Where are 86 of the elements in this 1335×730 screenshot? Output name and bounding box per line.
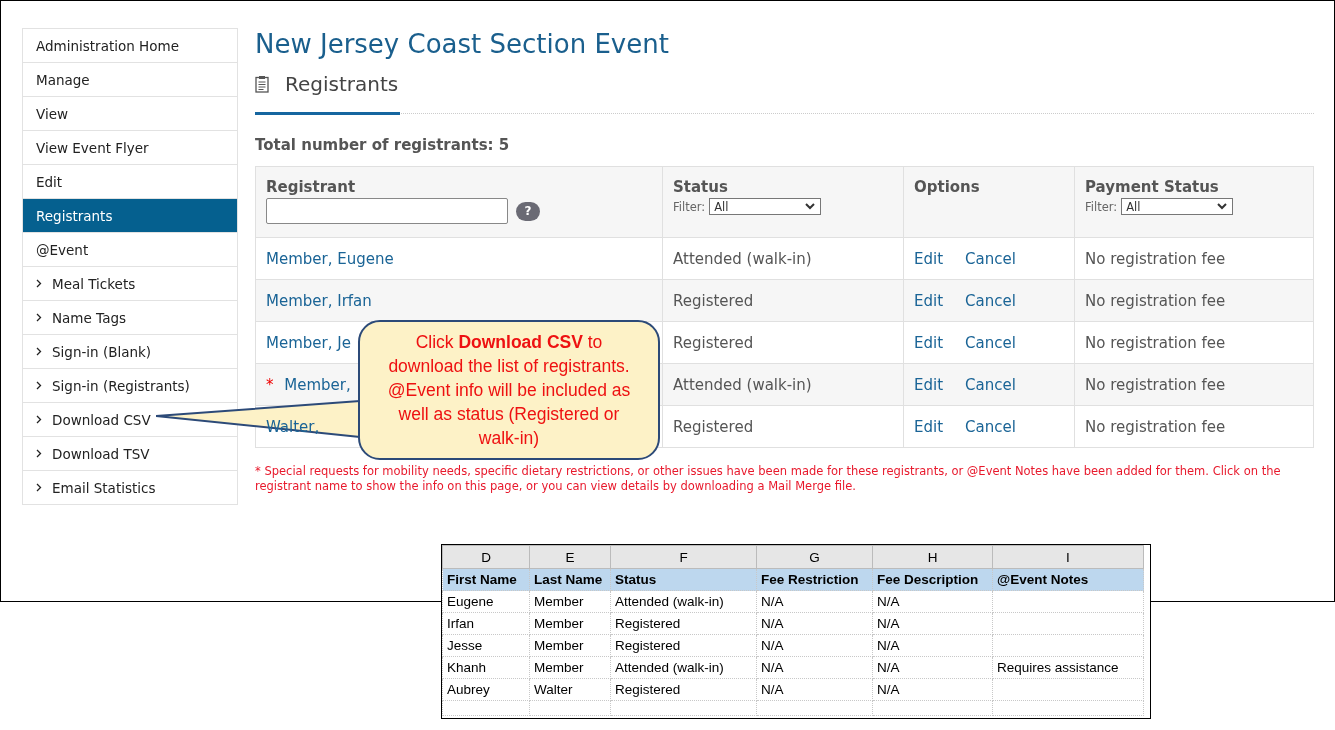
option-link[interactable]: Cancel bbox=[965, 291, 1016, 310]
sheet-cell: N/A bbox=[872, 590, 993, 613]
table-cell: Registered bbox=[662, 279, 904, 322]
table-cell: No registration fee bbox=[1074, 363, 1314, 406]
filter-dropdown[interactable]: All bbox=[1121, 198, 1234, 215]
chevron-icon bbox=[36, 313, 42, 322]
sheet-cell: N/A bbox=[872, 678, 993, 701]
footnote: * Special requests for mobility needs, specific dietary restrictions, or other issues have been made for these registrants, or @Event Notes have been added for them. Click on the registrant name to show the info on this page, or you can view details by downloading a Mail Merge file. bbox=[255, 464, 1282, 494]
registrant-total: Total number of registrants: 5 bbox=[255, 136, 511, 154]
registrant-link[interactable]: Member, Eugene bbox=[266, 249, 394, 268]
sheet-cell: N/A bbox=[756, 634, 873, 657]
sheet-cell: Member bbox=[529, 656, 611, 679]
table-cell: Attended (walk-in) bbox=[662, 363, 904, 406]
registrant-search-field[interactable] bbox=[266, 198, 508, 224]
sheet-cell: Registered bbox=[610, 634, 757, 657]
sheet-cell: Walter bbox=[529, 678, 611, 701]
chevron-icon bbox=[36, 381, 42, 390]
registrant-link[interactable]: Member, bbox=[284, 375, 351, 394]
sheet-cell: Eugene bbox=[442, 590, 530, 613]
column-letter: E bbox=[529, 545, 611, 569]
table-cell: No registration fee bbox=[1074, 279, 1314, 322]
option-link[interactable]: Cancel bbox=[965, 249, 1016, 268]
sheet-cell: N/A bbox=[756, 656, 873, 679]
option-link[interactable]: Edit bbox=[914, 291, 944, 310]
chevron-down-icon bbox=[1217, 203, 1228, 210]
sheet-cell: N/A bbox=[756, 678, 873, 701]
registrant-link[interactable]: Member, Irfan bbox=[266, 291, 372, 310]
option-link[interactable]: Cancel bbox=[965, 333, 1016, 352]
chevron-icon bbox=[36, 449, 42, 458]
sheet-cell: Khanh bbox=[442, 656, 530, 679]
sheet-header-cell: Status bbox=[610, 568, 757, 591]
sheet-cell: Registered bbox=[610, 678, 757, 701]
sheet-cell: N/A bbox=[872, 634, 993, 657]
table-cell: No registration fee bbox=[1074, 237, 1314, 280]
column-title: Registrant bbox=[266, 178, 356, 196]
sidebar-item[interactable]: Registrants bbox=[23, 199, 237, 233]
filter-label: Filter: bbox=[1085, 199, 1118, 214]
sheet-cell: Member bbox=[529, 590, 611, 613]
page-title: New Jersey Coast Section Event bbox=[255, 28, 670, 60]
option-link[interactable]: Edit bbox=[914, 375, 944, 394]
table-cell: Attended (walk-in) bbox=[662, 237, 904, 280]
sheet-cell: Aubrey bbox=[442, 678, 530, 701]
chevron-icon bbox=[36, 347, 42, 356]
chevron-down-icon bbox=[805, 203, 816, 210]
table-cell: Registered bbox=[662, 321, 904, 364]
sheet-cell: Attended (walk-in) bbox=[610, 590, 757, 613]
sheet-cell: N/A bbox=[756, 590, 873, 613]
option-link[interactable]: Edit bbox=[914, 249, 944, 268]
sheet-cell: Requires assistance bbox=[992, 656, 1144, 679]
sheet-cell: Jesse bbox=[442, 634, 530, 657]
flag-mark: * bbox=[266, 375, 274, 394]
option-link[interactable]: Edit bbox=[914, 417, 944, 436]
option-link[interactable]: Cancel bbox=[965, 417, 1016, 436]
clipboard-icon bbox=[255, 75, 269, 93]
column-letter: D bbox=[442, 545, 530, 569]
sheet-cell: N/A bbox=[872, 656, 993, 679]
sheet-cell: N/A bbox=[872, 612, 993, 635]
column-letter: F bbox=[610, 545, 757, 569]
chevron-icon bbox=[36, 483, 42, 492]
sheet-cell: N/A bbox=[756, 612, 873, 635]
sheet-cell: Member bbox=[529, 634, 611, 657]
table-cell: No registration fee bbox=[1074, 405, 1314, 448]
column-letter: I bbox=[992, 545, 1144, 569]
section-title: Registrants bbox=[285, 72, 399, 96]
table-cell: Registered bbox=[662, 405, 904, 448]
sheet-cell: Irfan bbox=[442, 612, 530, 635]
registrant-link[interactable]: Member, Je bbox=[266, 333, 351, 352]
column-title: Status bbox=[673, 178, 728, 196]
sheet-header-cell: First Name bbox=[442, 568, 530, 591]
sheet-header-cell: @Event Notes bbox=[992, 568, 1144, 591]
sheet-cell: Member bbox=[529, 612, 611, 635]
help-icon[interactable]: ? bbox=[516, 201, 540, 221]
chevron-icon bbox=[36, 415, 42, 424]
option-link[interactable]: Edit bbox=[914, 333, 944, 352]
sheet-cell: Registered bbox=[610, 612, 757, 635]
column-letter: H bbox=[872, 545, 993, 569]
column-letter: G bbox=[756, 545, 873, 569]
table-cell: No registration fee bbox=[1074, 321, 1314, 364]
sheet-cell: Attended (walk-in) bbox=[610, 656, 757, 679]
option-link[interactable]: Cancel bbox=[965, 375, 1016, 394]
callout-text: Click Download CSV to download the list of registrants. @Event info will be included as well as status (Registered or walk-in) bbox=[386, 331, 632, 450]
chevron-icon bbox=[36, 279, 42, 288]
column-title: Payment Status bbox=[1085, 178, 1219, 196]
column-title: Options bbox=[914, 178, 980, 196]
filter-label: Filter: bbox=[673, 199, 706, 214]
filter-dropdown[interactable]: All bbox=[709, 198, 822, 215]
